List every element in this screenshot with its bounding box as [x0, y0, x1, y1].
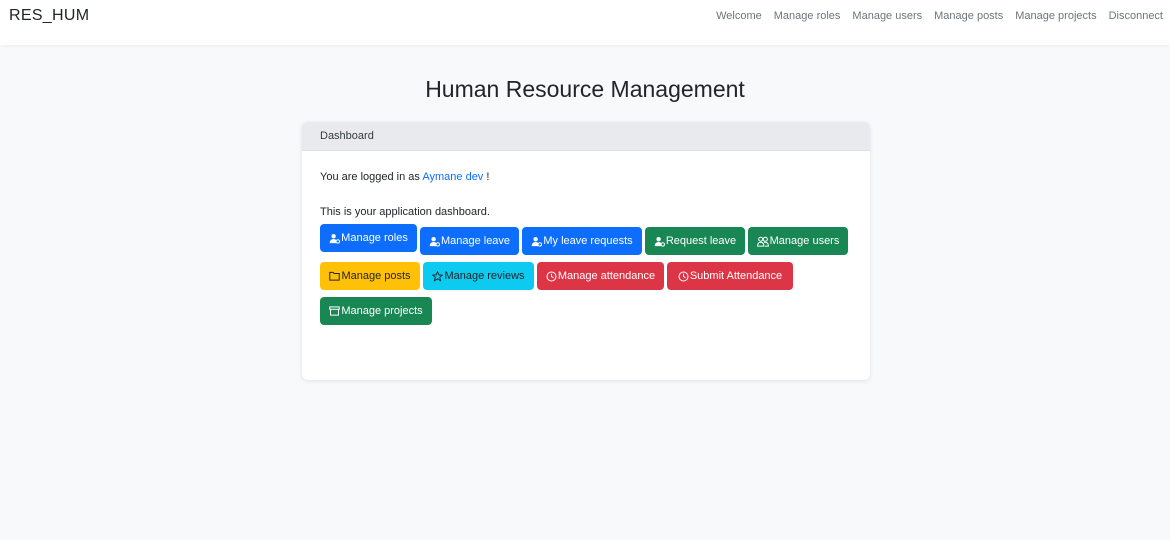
- login-status: You are logged in as Aymane dev !: [320, 171, 489, 183]
- manage-attendance-button[interactable]: Manage attendance: [537, 262, 664, 290]
- manage-projects-button[interactable]: Manage projects: [320, 297, 432, 325]
- my-leave-requests-button[interactable]: My leave requests: [522, 227, 642, 255]
- button-label: Submit Attendance: [689, 270, 783, 282]
- brand-logo[interactable]: RES_HUM: [9, 7, 89, 25]
- folder-icon: [329, 271, 341, 281]
- dashboard-card: Dashboard You are logged in as Aymane de…: [302, 122, 870, 380]
- button-label: Manage projects: [341, 305, 423, 317]
- nav-link-welcome[interactable]: Welcome: [716, 10, 762, 22]
- users-icon: [756, 236, 769, 247]
- nav-link-manage-users[interactable]: Manage users: [852, 10, 922, 22]
- archive-icon: [329, 306, 341, 316]
- login-prefix: You are logged in as: [320, 171, 423, 183]
- user-gear-icon: [654, 236, 665, 247]
- manage-leave-button[interactable]: Manage leave: [420, 227, 519, 255]
- manage-users-button[interactable]: Manage users: [748, 227, 848, 255]
- logged-user-name: Aymane dev: [422, 171, 484, 183]
- button-label: Manage leave: [440, 235, 511, 247]
- nav-link-manage-posts[interactable]: Manage posts: [934, 10, 1003, 22]
- nav-link-manage-projects[interactable]: Manage projects: [1015, 10, 1096, 22]
- nav-links: Welcome Manage roles Manage users Manage…: [716, 10, 1163, 22]
- button-label: Manage reviews: [444, 270, 525, 282]
- login-suffix: !: [483, 171, 490, 183]
- clock-icon: [546, 271, 557, 282]
- manage-reviews-button[interactable]: Manage reviews: [423, 262, 534, 290]
- button-label: Manage users: [769, 235, 840, 247]
- page-title: Human Resource Management: [425, 76, 745, 102]
- user-gear-icon: [329, 233, 341, 244]
- user-gear-icon: [531, 236, 543, 247]
- user-gear-icon: [429, 236, 440, 247]
- manage-roles-button[interactable]: Manage roles: [320, 224, 417, 252]
- button-label: Manage attendance: [557, 270, 656, 282]
- star-icon: [432, 270, 444, 282]
- dashboard-text: This is your application dashboard.: [320, 206, 490, 218]
- manage-posts-button[interactable]: Manage posts: [320, 262, 420, 290]
- clock-icon: [678, 271, 689, 282]
- request-leave-button[interactable]: Request leave: [645, 227, 745, 255]
- submit-attendance-button[interactable]: Submit Attendance: [667, 262, 793, 290]
- button-label: Request leave: [665, 235, 737, 247]
- button-label: Manage posts: [341, 270, 411, 282]
- nav-link-disconnect[interactable]: Disconnect: [1109, 10, 1163, 22]
- button-label: Manage roles: [341, 232, 408, 244]
- top-navbar: RES_HUM Welcome Manage roles Manage user…: [0, 0, 1170, 45]
- nav-link-manage-roles[interactable]: Manage roles: [774, 10, 841, 22]
- card-header: Dashboard: [302, 122, 870, 151]
- button-label: My leave requests: [543, 235, 633, 247]
